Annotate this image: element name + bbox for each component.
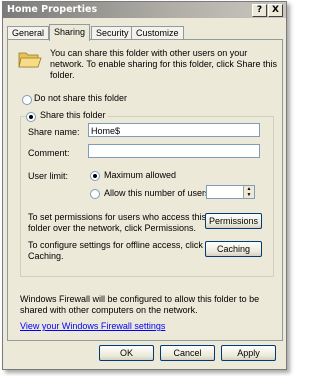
share-name-label: Share name: — [28, 127, 80, 137]
tab-general[interactable]: General — [7, 26, 50, 40]
comment-input[interactable] — [88, 144, 260, 158]
do-not-share-radio[interactable] — [22, 95, 32, 105]
share-this-folder-option[interactable]: Share this folder — [26, 110, 108, 122]
firewall-text-line2: shared with other computers on the netwo… — [20, 305, 198, 315]
window-title: Home Properties — [7, 4, 98, 15]
caching-button[interactable]: Caching — [205, 241, 262, 257]
tab-customize[interactable]: Customize — [131, 26, 184, 40]
caching-text-line2: Caching. — [28, 251, 64, 261]
maximum-allowed-label[interactable]: Maximum allowed — [104, 170, 176, 182]
permissions-text-line2: folder over the network, click Permissio… — [28, 223, 197, 233]
share-this-folder-label[interactable]: Share this folder — [40, 110, 106, 120]
help-button[interactable]: ? — [252, 4, 267, 17]
ok-button[interactable]: OK — [99, 345, 154, 361]
allow-number-label[interactable]: Allow this number of users: — [104, 188, 212, 200]
title-bar[interactable]: Home Properties ? X — [3, 2, 286, 18]
user-count-spinner[interactable]: ▲ ▼ — [206, 185, 255, 199]
sharing-panel: You can share this folder with other use… — [7, 39, 283, 341]
intro-text-line2: network. To enable sharing for this fold… — [50, 59, 277, 69]
close-button[interactable]: X — [268, 4, 283, 17]
permissions-button[interactable]: Permissions — [205, 213, 262, 229]
permissions-text-line1: To set permissions for users who access … — [28, 212, 207, 222]
cancel-button[interactable]: Cancel — [160, 345, 215, 361]
share-this-folder-radio[interactable] — [26, 112, 36, 122]
allow-number-radio[interactable] — [90, 189, 100, 199]
intro-text-line3: folder. — [50, 70, 75, 80]
caching-text-line1: To configure settings for offline access… — [28, 240, 203, 250]
spinner-down-icon[interactable]: ▼ — [243, 192, 254, 198]
firewall-text-line1: Windows Firewall will be configured to a… — [20, 294, 260, 304]
folder-icon — [18, 52, 42, 68]
share-name-input[interactable]: Home$ — [88, 123, 260, 137]
apply-button[interactable]: Apply — [221, 345, 276, 361]
intro-text-line1: You can share this folder with other use… — [50, 48, 248, 58]
firewall-settings-link[interactable]: View your Windows Firewall settings — [20, 321, 165, 333]
tab-security[interactable]: Security — [91, 26, 134, 40]
tab-sharing[interactable]: Sharing — [49, 24, 91, 41]
properties-dialog: Home Properties ? X General Sharing Secu… — [2, 1, 287, 370]
user-limit-label: User limit: — [28, 171, 68, 181]
do-not-share-label[interactable]: Do not share this folder — [34, 93, 127, 105]
maximum-allowed-radio[interactable] — [90, 171, 100, 181]
comment-label: Comment: — [28, 148, 70, 158]
